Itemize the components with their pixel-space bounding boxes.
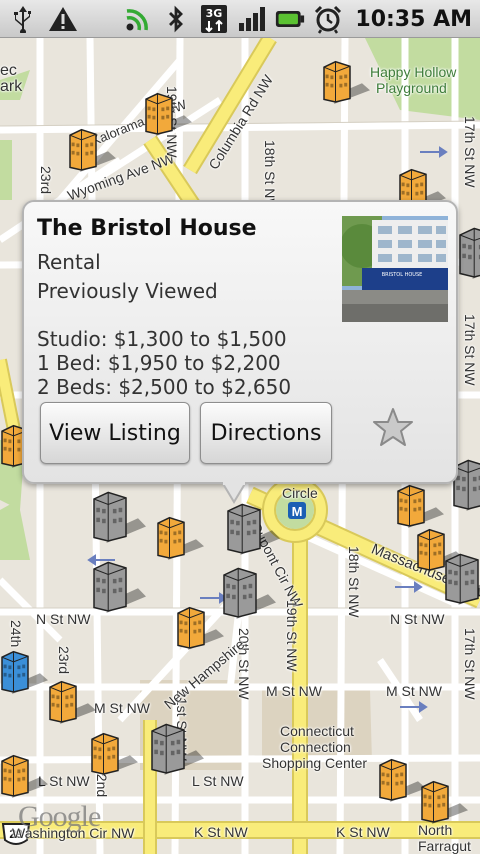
svg-text:BRISTOL HOUSE: BRISTOL HOUSE [382,272,423,278]
directions-button[interactable]: Directions [200,402,332,464]
map-label: N St NW [36,611,91,627]
map-label: L St NW [192,773,244,789]
building-marker[interactable] [226,500,282,555]
map-label: 23rd [56,646,72,675]
bluetooth-icon [161,4,191,34]
battery-icon [275,4,305,34]
usb-icon [8,4,38,34]
map-label: ark [0,78,23,95]
listing-title: The Bristol House [37,216,257,241]
map-label: N St NW [390,611,445,627]
building-marker[interactable] [156,514,206,560]
building-marker[interactable] [458,224,480,279]
price-2-beds: 2 Beds: $2,500 to $2,650 [37,375,292,399]
building-marker[interactable] [90,730,140,776]
map-label: Farragut [418,838,471,854]
building-marker[interactable] [222,564,278,619]
map-label: Shopping Center [262,755,368,771]
google-logo: Google [18,800,101,833]
building-marker[interactable] [68,126,118,172]
cell-signal-icon [237,4,267,34]
map-label: M St NW [266,683,322,699]
map-label: M St NW [386,683,442,699]
view-listing-button[interactable]: View Listing [40,402,190,464]
3g-icon: 3G [199,4,229,34]
listing-type: Rental [37,250,101,274]
map-label: M St NW [94,700,150,716]
building-marker[interactable] [396,482,446,528]
building-marker[interactable] [420,778,470,824]
map-label: Connection [280,739,351,755]
building-marker[interactable] [444,550,480,605]
favorite-star-icon[interactable] [372,406,414,448]
map-label: 17th St NW [462,628,478,700]
bubble-pointer [222,482,246,504]
map-label: 23rd [38,166,54,195]
map-label: Connecticut [280,723,354,739]
map-label: 24th [8,620,24,648]
listing-photo[interactable]: BRISTOL HOUSE [342,216,448,322]
listing-status: Previously Viewed [37,279,218,303]
map-label: 17th St NW [462,314,478,386]
building-marker[interactable] [0,648,50,694]
building-marker[interactable] [48,678,98,724]
alarm-icon [313,4,343,34]
building-marker[interactable] [144,90,194,136]
map-label: K St NW [194,824,248,840]
price-1-bed: 1 Bed: $1,950 to $2,200 [37,351,281,375]
map-label: 17th St NW [462,116,478,188]
map-label: North [418,822,453,838]
map-label: 19th St NW [284,600,300,672]
map-label: K St NW [336,824,390,840]
listing-info-bubble[interactable]: The Bristol House Rental Previously View… [22,200,458,484]
building-marker[interactable] [0,752,50,798]
building-marker[interactable] [92,488,148,543]
price-studio: Studio: $1,300 to $1,500 [37,327,287,351]
map-label: Circle [282,485,318,501]
map-label: 18th St NW [346,546,362,618]
warning-icon [48,4,78,34]
signal-icon [123,4,153,34]
map-label: Happy Hollow [370,64,457,80]
clock: 10:35 AM [355,6,472,32]
map-label: Playground [376,80,447,96]
building-marker[interactable] [92,558,148,613]
metro-icon: M [292,504,303,519]
svg-text:3G: 3G [206,7,223,20]
status-bar: 3G 10:35 AM [0,0,480,38]
building-marker[interactable] [176,604,226,650]
building-marker[interactable] [150,720,206,775]
building-marker[interactable] [322,58,372,104]
